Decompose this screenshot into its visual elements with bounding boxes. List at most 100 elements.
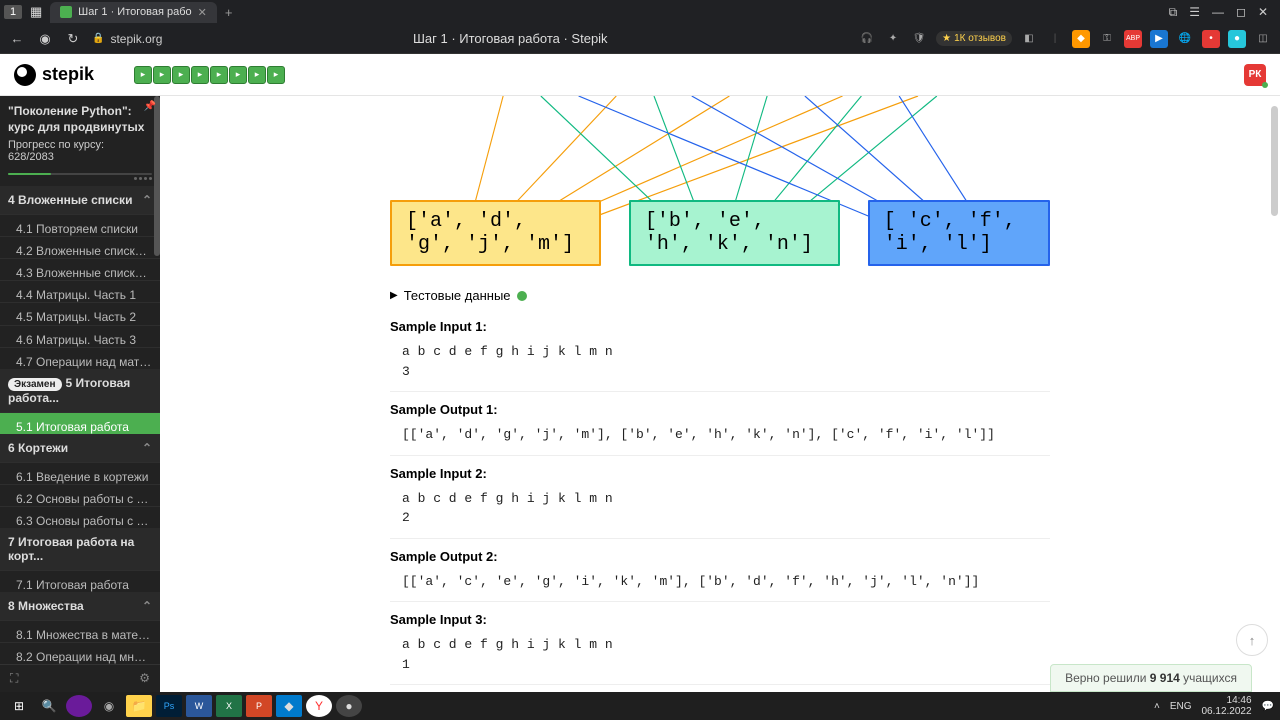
vscode-icon[interactable]: ◆ bbox=[276, 695, 302, 717]
result-list-3: [ 'c', 'f', 'i', 'l'] bbox=[868, 200, 1050, 266]
shield-icon[interactable]: 🛡 bbox=[910, 30, 928, 48]
minimize-button[interactable]: — bbox=[1212, 5, 1224, 20]
test-data-toggle[interactable]: ▶ Тестовые данные bbox=[390, 282, 1050, 309]
lesson-4-7[interactable]: 4.7 Операции над матрица... bbox=[0, 347, 160, 369]
word-icon[interactable]: W bbox=[186, 695, 212, 717]
reload-button[interactable]: ↻ bbox=[64, 31, 82, 47]
status-dot-icon bbox=[517, 291, 527, 301]
start-button[interactable]: ⊞ bbox=[6, 695, 32, 717]
taskbar-app-2[interactable]: ◉ bbox=[96, 695, 122, 717]
photoshop-icon[interactable]: Ps bbox=[156, 695, 182, 717]
lesson-6-3[interactable]: 6.3 Основы работы с корт... bbox=[0, 506, 160, 528]
home-icon[interactable]: ◉ bbox=[36, 31, 54, 47]
progress-bar bbox=[8, 173, 152, 175]
notifications-icon[interactable]: 💬 bbox=[1262, 701, 1274, 712]
tray-lang[interactable]: ENG bbox=[1170, 701, 1192, 712]
scroll-to-top-button[interactable]: ↑ bbox=[1236, 624, 1268, 656]
file-explorer-icon[interactable]: 📁 bbox=[126, 695, 152, 717]
settings-icon[interactable]: ⚙ bbox=[139, 671, 150, 686]
close-tab-icon[interactable]: ✕ bbox=[198, 6, 207, 19]
favicon-icon bbox=[60, 6, 72, 18]
step-pill-5[interactable]: ▸ bbox=[210, 66, 228, 84]
pin-icon[interactable]: 📌 bbox=[144, 100, 156, 113]
lesson-7-1[interactable]: 7.1 Итоговая работа bbox=[0, 570, 160, 592]
excel-icon[interactable]: X bbox=[216, 695, 242, 717]
tab-title: Шаг 1 · Итоговая рабо bbox=[78, 6, 192, 18]
section-4-header[interactable]: 4 Вложенные списки⌃ bbox=[0, 186, 160, 214]
step-pill-7[interactable]: ▸ bbox=[248, 66, 266, 84]
page-title: Шаг 1 · Итоговая работа · Stepik bbox=[172, 31, 848, 46]
fullscreen-icon[interactable]: ⛶ bbox=[10, 671, 18, 686]
sample-output-1-label: Sample Output 1: bbox=[390, 402, 1050, 417]
wand-icon[interactable]: ✦ bbox=[884, 30, 902, 48]
ext-abp-icon[interactable]: ABP bbox=[1124, 30, 1142, 48]
user-avatar[interactable]: РК bbox=[1244, 64, 1266, 86]
ext-cyan-icon[interactable]: ● bbox=[1228, 30, 1246, 48]
step-pill-2[interactable]: ▸ bbox=[153, 66, 171, 84]
lesson-6-1[interactable]: 6.1 Введение в кортежи bbox=[0, 462, 160, 484]
ext-key-icon[interactable]: ⚿ bbox=[1098, 30, 1116, 48]
lesson-4-5[interactable]: 4.5 Матрицы. Часть 2 bbox=[0, 302, 160, 324]
content-scrollbar[interactable] bbox=[1271, 106, 1278, 216]
ext-globe-icon[interactable]: 🌐 bbox=[1176, 30, 1194, 48]
step-pill-8[interactable]: ▸ bbox=[267, 66, 285, 84]
section-7-header[interactable]: 7 Итоговая работа на корт... bbox=[0, 528, 160, 570]
lesson-5-1[interactable]: 5.1 Итоговая работа bbox=[0, 412, 160, 434]
lesson-4-3[interactable]: 4.3 Вложенные списки. Ча... bbox=[0, 258, 160, 280]
lesson-4-1[interactable]: 4.1 Повторяем списки bbox=[0, 214, 160, 236]
tab-counter[interactable]: 1 bbox=[4, 5, 22, 19]
ext-orange-icon[interactable]: ◆ bbox=[1072, 30, 1090, 48]
taskbar-app-9[interactable]: ● bbox=[336, 695, 362, 717]
course-sidebar: "Поколение Python": курс для продвинутых… bbox=[0, 96, 160, 692]
step-pill-4[interactable]: ▸ bbox=[191, 66, 209, 84]
step-pill-3[interactable]: ▸ bbox=[172, 66, 190, 84]
tray-clock[interactable]: 14:46 06.12.2022 bbox=[1201, 695, 1251, 717]
section-6-header[interactable]: 6 Кортежи⌃ bbox=[0, 434, 160, 462]
logo-text: stepik bbox=[42, 64, 94, 85]
close-window-button[interactable]: ✕ bbox=[1258, 5, 1268, 20]
lesson-8-1[interactable]: 8.1 Множества в математ... bbox=[0, 620, 160, 642]
browser-tab[interactable]: Шаг 1 · Итоговая рабо ✕ bbox=[50, 2, 217, 23]
maximize-button[interactable]: ◻ bbox=[1236, 5, 1246, 20]
menu-icon[interactable]: ☰ bbox=[1189, 5, 1200, 20]
lesson-content: ['a', 'd', 'g', 'j', 'm'] ['b', 'e', 'h'… bbox=[160, 96, 1280, 692]
lesson-4-4[interactable]: 4.4 Матрицы. Часть 1 bbox=[0, 280, 160, 302]
tab-grid-icon[interactable]: ▦ bbox=[28, 4, 44, 20]
ext-red-icon[interactable]: • bbox=[1202, 30, 1220, 48]
sample-input-3-code: a b c d e f g h i j k l m n 1 bbox=[390, 631, 1050, 685]
rating-button[interactable]: ★ 1К отзывов bbox=[936, 31, 1012, 46]
url-text: stepik.org bbox=[110, 32, 162, 46]
ext-blue-icon[interactable]: ▶ bbox=[1150, 30, 1168, 48]
ext-collection-icon[interactable]: ◫ bbox=[1254, 30, 1272, 48]
pip-icon[interactable]: ⧉ bbox=[1169, 5, 1178, 20]
new-tab-button[interactable]: + bbox=[225, 5, 233, 20]
lesson-8-2[interactable]: 8.2 Операции над множес... bbox=[0, 642, 160, 664]
solved-banner: Верно решили 9 914 учащихся bbox=[1050, 664, 1252, 692]
lesson-6-2[interactable]: 6.2 Основы работы с корт... bbox=[0, 484, 160, 506]
section-5-header[interactable]: Экзамен5 Итоговая работа... bbox=[0, 369, 160, 412]
step-pill-1[interactable]: ▸ bbox=[134, 66, 152, 84]
stepik-header: stepik ▸ ▸ ▸ ▸ ▸ ▸ ▸ ▸ РК bbox=[0, 54, 1280, 96]
step-navigation: ▸ ▸ ▸ ▸ ▸ ▸ ▸ ▸ bbox=[134, 66, 285, 84]
tray-chevron-icon[interactable]: ˄ bbox=[1154, 701, 1160, 712]
search-icon[interactable]: 🔍 bbox=[36, 695, 62, 717]
taskbar-app-1[interactable] bbox=[66, 695, 92, 717]
sample-output-2-code: [['a', 'c', 'e', 'g', 'i', 'k', 'm'], ['… bbox=[390, 568, 1050, 603]
chevron-up-icon: ⌃ bbox=[142, 441, 152, 455]
stepik-logo[interactable]: stepik bbox=[14, 64, 94, 86]
headphones-icon[interactable]: 🎧 bbox=[858, 30, 876, 48]
lock-icon: 🔒 bbox=[92, 33, 104, 44]
back-button[interactable]: ← bbox=[8, 31, 26, 46]
powerpoint-icon[interactable]: P bbox=[246, 695, 272, 717]
test-data-label: Тестовые данные bbox=[404, 288, 511, 303]
lesson-4-2[interactable]: 4.2 Вложенные списки. Ча... bbox=[0, 236, 160, 258]
section-8-header[interactable]: 8 Множества⌃ bbox=[0, 592, 160, 620]
address-bar[interactable]: 🔒 stepik.org bbox=[92, 32, 162, 46]
disclosure-arrow-icon: ▶ bbox=[390, 290, 398, 301]
step-pill-6[interactable]: ▸ bbox=[229, 66, 247, 84]
logo-icon bbox=[14, 64, 36, 86]
lesson-4-6[interactable]: 4.6 Матрицы. Часть 3 bbox=[0, 325, 160, 347]
browser-toolbar: ← ◉ ↻ 🔒 stepik.org Шаг 1 · Итоговая рабо… bbox=[0, 24, 1280, 54]
yandex-icon[interactable]: Y bbox=[306, 695, 332, 717]
bookmark-icon[interactable]: ◧ bbox=[1020, 30, 1038, 48]
